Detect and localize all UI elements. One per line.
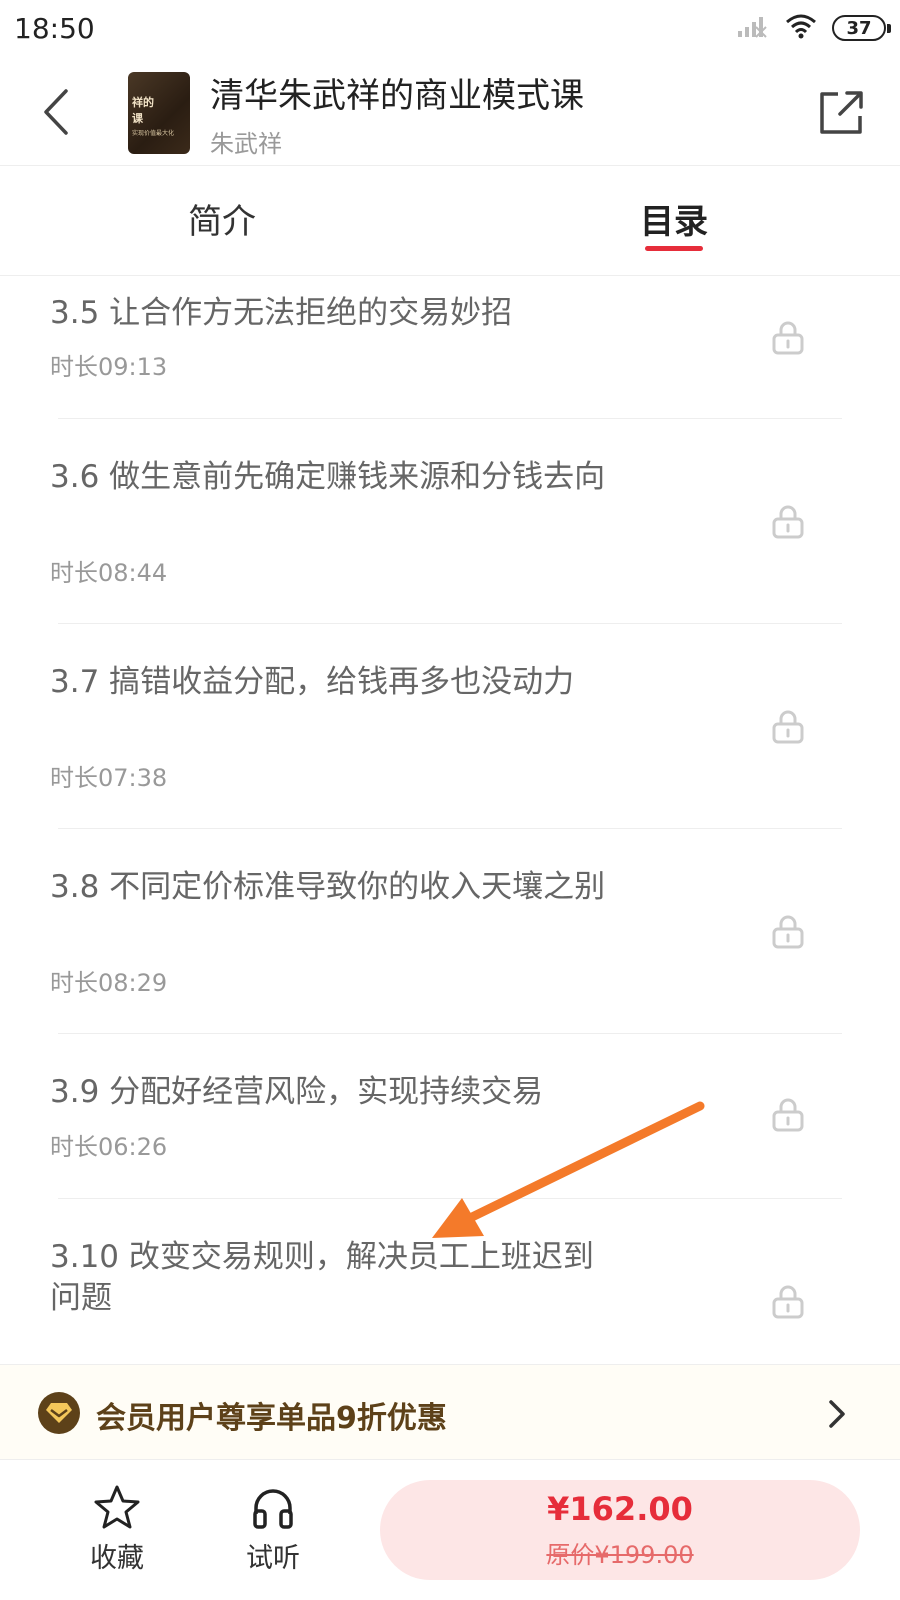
tab-intro[interactable]: 简介 [188,194,256,243]
active-tab-indicator [645,246,703,251]
back-button[interactable] [30,80,80,144]
lesson-title: 3.9 分配好经营风险，实现持续交易 [50,1074,544,1110]
original-price: 原价¥199.00 [546,1541,694,1569]
battery-indicator: 37 [832,15,891,41]
lesson-list[interactable]: 3.5 让合作方无法拒绝的交易妙招 时长09:13 3.6 做生意前先确定赚钱来… [0,277,900,1364]
buy-button[interactable]: ¥162.00 原价¥199.00 [380,1480,860,1580]
lesson-item[interactable]: 3.10 改变交易规则，解决员工上班迟到问题 [0,1199,900,1364]
status-bar: 18:50 37 [0,0,900,62]
lesson-title: 3.7 搞错收益分配，给钱再多也没动力 [50,664,575,700]
course-title: 清华朱武祥的商业模式课 [210,76,584,116]
cellular-signal-icon [736,13,770,43]
lesson-title: 3.5 让合作方无法拒绝的交易妙招 [50,295,513,331]
course-cover-image: 祥的 课 实现价值最大化 [128,72,190,154]
lesson-item[interactable]: 3.7 搞错收益分配，给钱再多也没动力 时长07:38 [0,624,900,828]
member-discount-banner[interactable]: 会员用户尊享单品9折优惠 [0,1364,900,1460]
tab-catalog[interactable]: 目录 [640,194,708,243]
trial-listen-label: 试听 [246,1543,300,1574]
lesson-title: 3.8 不同定价标准导致你的收入天壤之别 [50,869,606,905]
course-author: 朱武祥 [210,130,282,158]
favorite-label: 收藏 [90,1543,144,1574]
headphones-icon [253,1489,293,1529]
lesson-title: 3.10 改变交易规则，解决员工上班迟到问题 [50,1239,594,1316]
course-header: 祥的 课 实现价值最大化 清华朱武祥的商业模式课 朱武祥 [0,62,900,166]
lock-icon [772,710,804,744]
lock-icon [772,1098,804,1132]
current-price: ¥162.00 [547,1490,693,1528]
member-discount-text: 会员用户尊享单品9折优惠 [96,1401,447,1436]
lesson-title: 3.6 做生意前先确定赚钱来源和分钱去向 [50,459,606,495]
star-icon [94,1485,140,1529]
lesson-item[interactable]: 3.8 不同定价标准导致你的收入天壤之别 时长08:29 [0,829,900,1033]
lesson-duration: 时长09:13 [50,353,168,381]
favorite-button[interactable]: 收藏 [72,1484,162,1575]
status-icons: 37 [736,12,891,44]
lock-icon [772,321,804,355]
chevron-right-icon [829,1400,845,1428]
lesson-duration: 时长06:26 [50,1133,168,1161]
lock-icon [772,915,804,949]
trial-listen-button[interactable]: 试听 [228,1484,318,1575]
lesson-duration: 时长07:38 [50,764,168,792]
status-time: 18:50 [14,12,95,45]
share-button[interactable] [814,84,870,140]
lock-icon [772,1285,804,1319]
vip-diamond-icon [38,1392,80,1434]
lesson-item[interactable]: 3.5 让合作方无法拒绝的交易妙招 时长09:13 [0,277,900,417]
cover-line1: 祥的 [132,96,154,109]
wifi-icon [784,12,818,44]
lesson-duration: 时长08:44 [50,559,168,587]
lesson-item[interactable]: 3.9 分配好经营风险，实现持续交易 时长06:26 [0,1034,900,1198]
lesson-duration: 时长08:29 [50,969,168,997]
lesson-item[interactable]: 3.6 做生意前先确定赚钱来源和分钱去向 时长08:44 [0,419,900,623]
lock-icon [772,505,804,539]
tab-bar: 简介 目录 [0,166,900,276]
cover-line2: 课 [132,112,143,125]
chevron-left-icon [44,89,68,135]
share-icon [820,91,863,134]
bottom-action-bar: 收藏 试听 ¥162.00 原价¥199.00 [0,1460,900,1600]
cover-subtitle: 实现价值最大化 [132,130,175,137]
